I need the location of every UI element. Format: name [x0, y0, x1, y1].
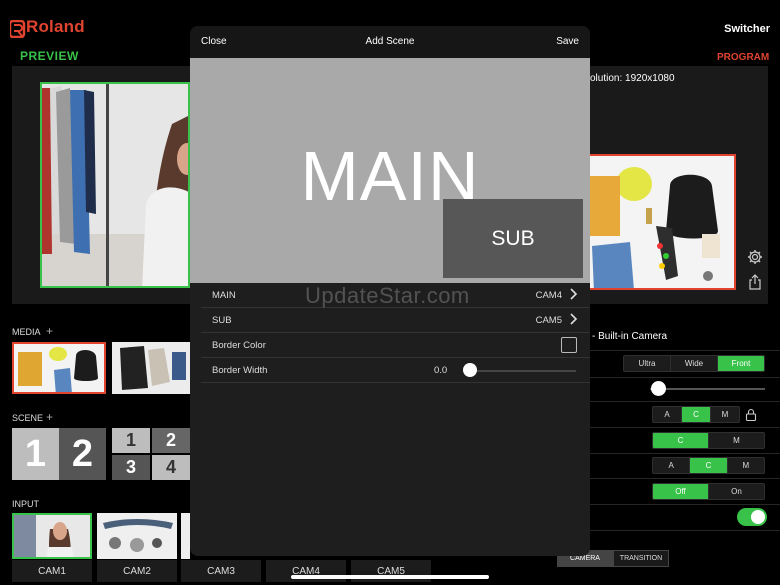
border-color-label: Border Color: [212, 340, 266, 351]
cam-label-3[interactable]: CAM3: [181, 560, 261, 582]
exposure-mode-selector[interactable]: C M: [652, 432, 765, 449]
switcher-title: Switcher: [724, 23, 770, 35]
mode1-m[interactable]: M: [711, 407, 739, 422]
share-icon[interactable]: [747, 274, 763, 290]
mode3-m[interactable]: M: [728, 458, 764, 473]
divider: [590, 453, 780, 454]
modal-title: Add Scene: [365, 36, 415, 47]
main-row-label: MAIN: [212, 290, 236, 301]
media-thumb-2[interactable]: [112, 342, 190, 394]
lens-selector[interactable]: Ultra Wide Front: [623, 355, 765, 372]
lens-front[interactable]: Front: [718, 356, 764, 371]
main-row-value: CAM4: [535, 290, 562, 301]
mode1-c[interactable]: C: [682, 407, 711, 422]
scene1-main: 1: [12, 428, 59, 480]
border-color-row[interactable]: Border Color: [201, 333, 590, 358]
watermark-text: UpdateStar.com: [305, 283, 470, 308]
input-label: INPUT: [12, 499, 39, 509]
option-off[interactable]: Off: [653, 484, 709, 499]
focus-mode-selector[interactable]: A C M: [652, 406, 740, 423]
scene2-cell-2: 2: [152, 428, 190, 453]
border-width-slider-track[interactable]: [464, 370, 576, 372]
sub-row-value: CAM5: [535, 315, 562, 326]
border-width-value: 0.0: [434, 365, 448, 376]
home-indicator[interactable]: [291, 575, 489, 579]
cam-label-1[interactable]: CAM1: [12, 560, 92, 582]
program-video[interactable]: [588, 154, 736, 290]
chevron-right-icon: [570, 288, 578, 300]
program-image: [590, 156, 734, 288]
divider: [590, 427, 780, 428]
scene2-cell-1: 1: [112, 428, 150, 453]
camera-panel-title: - Built-in Camera: [592, 331, 668, 342]
chevron-right-icon: [570, 313, 578, 325]
media-label: MEDIA: [12, 327, 41, 337]
option-on[interactable]: On: [709, 484, 764, 499]
input-thumb-cam1[interactable]: [12, 513, 92, 559]
lock-icon[interactable]: [745, 408, 757, 421]
divider: [590, 478, 780, 479]
lens-ultra[interactable]: Ultra: [624, 356, 671, 371]
preview-sub-box: SUB: [443, 199, 583, 278]
lens-wide[interactable]: Wide: [671, 356, 718, 371]
program-label: PROGRAM: [717, 52, 770, 63]
divider: [590, 530, 780, 531]
scene-thumb-2[interactable]: 1 2 3 4: [112, 428, 190, 480]
scene2-cell-3: 3: [112, 455, 150, 480]
input-thumb-cam3[interactable]: [181, 513, 190, 559]
media-image-1: [14, 344, 104, 392]
scene-preview: MAIN SUB: [190, 58, 590, 283]
cam1-image: [14, 515, 90, 557]
preview-label: PREVIEW: [20, 49, 79, 63]
resolution-text: olution: 1920x1080: [590, 73, 675, 84]
border-width-row: Border Width 0.0: [201, 358, 590, 383]
preview-image: [42, 84, 188, 286]
border-width-slider-knob[interactable]: [463, 363, 477, 377]
scene-label: SCENE: [12, 413, 44, 423]
divider: [590, 350, 780, 351]
mode2-m[interactable]: M: [709, 433, 764, 448]
cam2-image: [97, 513, 177, 559]
preview-sub-label: SUB: [491, 226, 535, 250]
save-button[interactable]: Save: [556, 36, 579, 47]
divider: [590, 377, 780, 378]
border-color-swatch[interactable]: [561, 337, 577, 353]
brand-name: Roland: [26, 17, 85, 36]
sub-row-label: SUB: [212, 315, 232, 326]
divider: [590, 401, 780, 402]
mode1-a[interactable]: A: [653, 407, 682, 422]
modal-header: Close Add Scene Save: [190, 26, 590, 58]
mode2-c[interactable]: C: [653, 433, 709, 448]
mode3-c[interactable]: C: [690, 458, 728, 473]
on-off-selector[interactable]: Off On: [652, 483, 765, 500]
settings-gear-icon[interactable]: [747, 249, 763, 265]
add-scene-icon[interactable]: +: [46, 410, 53, 424]
camera-slider-track[interactable]: [650, 388, 765, 390]
tab-transition[interactable]: TRANSITION: [613, 550, 669, 567]
scene2-cell-4: 4: [152, 455, 190, 480]
scene1-sub: 2: [59, 428, 106, 480]
cam-label-2[interactable]: CAM2: [97, 560, 177, 582]
media-image-2: [112, 342, 190, 394]
divider: [590, 504, 780, 505]
scene-thumb-1[interactable]: 1 2: [12, 428, 106, 480]
input-thumb-cam2[interactable]: [97, 513, 177, 559]
add-media-icon[interactable]: +: [46, 324, 53, 338]
border-width-label: Border Width: [212, 365, 268, 376]
preview-video[interactable]: [40, 82, 190, 288]
sub-source-row[interactable]: SUB CAM5: [201, 308, 590, 333]
white-balance-selector[interactable]: A C M: [652, 457, 765, 474]
camera-toggle-switch[interactable]: [737, 508, 767, 526]
camera-slider-knob[interactable]: [651, 381, 666, 396]
mode3-a[interactable]: A: [653, 458, 691, 473]
media-thumb-1[interactable]: [12, 342, 106, 394]
